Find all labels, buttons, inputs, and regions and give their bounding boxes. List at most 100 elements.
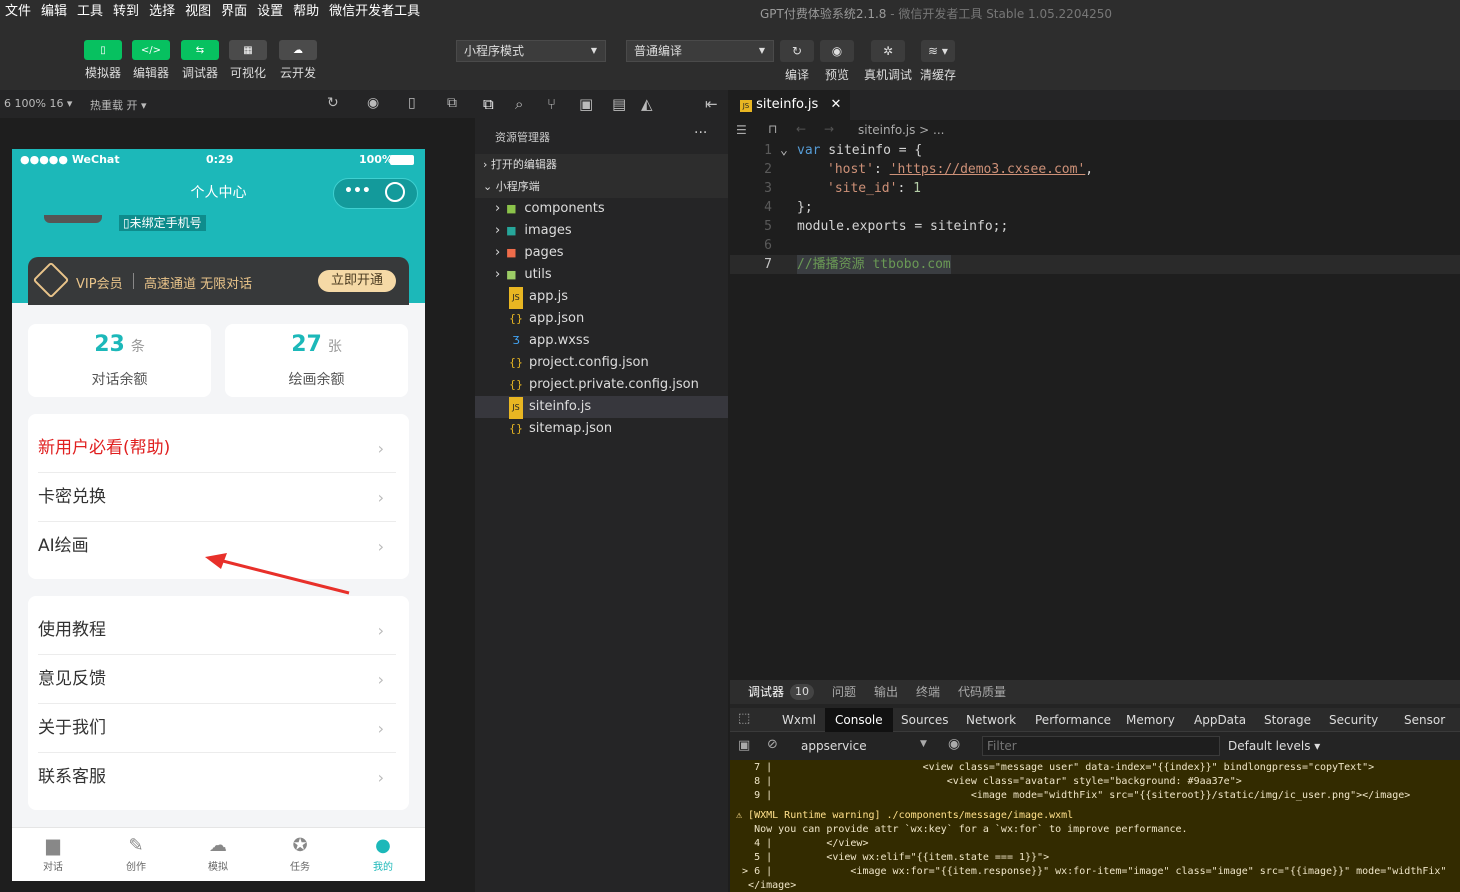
- capsule-menu[interactable]: •••: [333, 178, 418, 209]
- filter-input[interactable]: [982, 736, 1220, 756]
- tutorial-row[interactable]: 使用教程 ›: [38, 606, 396, 655]
- menu-view[interactable]: 视图: [180, 0, 216, 24]
- more-actions-icon[interactable]: ···: [694, 125, 707, 141]
- close-capsule-icon[interactable]: [385, 182, 405, 202]
- tab-security[interactable]: Security: [1329, 708, 1378, 732]
- breadcrumb[interactable]: siteinfo.js > ...: [858, 123, 945, 137]
- tab-performance[interactable]: Performance: [1035, 708, 1111, 732]
- remote-debug-button[interactable]: ✲ 真机调试: [864, 40, 912, 83]
- hot-reload-toggle[interactable]: 热重载 开 ▾: [90, 97, 147, 113]
- tree-item[interactable]: JS app.js: [475, 286, 728, 309]
- list-icon[interactable]: ☰: [736, 123, 747, 137]
- close-icon[interactable]: ✕: [830, 97, 841, 112]
- tab-network[interactable]: Network: [966, 708, 1016, 732]
- tab-mine[interactable]: ● 我的: [353, 834, 413, 873]
- compile-button[interactable]: ↻ 编译: [780, 40, 814, 83]
- code-url[interactable]: 'https://demo3.cxsee.com': [890, 162, 1086, 177]
- code-line[interactable]: 4};: [730, 198, 1460, 217]
- code-line[interactable]: 6: [730, 236, 1460, 255]
- draw-balance-card[interactable]: 27 张 绘画余额: [225, 324, 408, 397]
- menu-goto[interactable]: 转到: [108, 0, 144, 24]
- tree-item[interactable]: {} project.private.config.json: [475, 374, 728, 396]
- code-line[interactable]: 1 ⌄ var siteinfo = {: [730, 141, 1460, 160]
- eye-icon[interactable]: ◉: [948, 736, 960, 752]
- stop-icon[interactable]: ◉: [367, 95, 379, 111]
- compile-select[interactable]: 普通编译 ▼: [626, 40, 774, 62]
- tree-item[interactable]: Ʒapp.wxss: [475, 330, 728, 352]
- editor-tab[interactable]: JS siteinfo.js ✕: [730, 90, 850, 120]
- about-row[interactable]: 关于我们 ›: [38, 704, 396, 753]
- files-icon[interactable]: ⧉: [483, 95, 494, 113]
- chat-balance-card[interactable]: 23 条 对话余额: [28, 324, 211, 397]
- cloud-button[interactable]: ☁ 云开发: [279, 40, 317, 81]
- forward-arrow-icon[interactable]: →: [824, 122, 834, 136]
- fold-icon[interactable]: ⌄: [780, 141, 788, 160]
- menu-select[interactable]: 选择: [144, 0, 180, 24]
- tree-item[interactable]: › ■ pages: [475, 242, 728, 264]
- editor-button[interactable]: </> 编辑器: [132, 40, 170, 81]
- mode-select[interactable]: 小程序模式 ▼: [456, 40, 606, 62]
- clear-console-icon[interactable]: ⊘: [767, 737, 778, 752]
- tab-chat[interactable]: ▆ 对话: [23, 834, 83, 873]
- back-arrow-icon[interactable]: ←: [796, 122, 806, 136]
- menu-file[interactable]: 文件: [0, 0, 36, 24]
- project-section[interactable]: ⌄ 小程序端: [475, 176, 728, 198]
- rotate-icon[interactable]: ↻: [327, 95, 339, 111]
- simulator-button[interactable]: ▯ 模拟器: [84, 40, 122, 81]
- tab-sensor[interactable]: Sensor: [1404, 708, 1445, 732]
- tab-memory[interactable]: Memory: [1126, 708, 1175, 732]
- storage-icon[interactable]: ▤: [612, 95, 626, 113]
- zoom-select[interactable]: 6 100% 16 ▾: [4, 97, 72, 110]
- tree-item[interactable]: {} app.json: [475, 308, 728, 330]
- inspect-icon[interactable]: ⬚: [738, 711, 750, 726]
- code-line[interactable]: 3 'site_id': 1: [730, 179, 1460, 198]
- tab-simulate[interactable]: ☁ 模拟: [188, 834, 248, 873]
- collapse-panel-icon[interactable]: ⇤: [705, 95, 718, 113]
- feedback-row[interactable]: 意见反馈 ›: [38, 655, 396, 704]
- search-icon[interactable]: ⌕: [515, 95, 523, 113]
- sidebar-toggle-icon[interactable]: ▣: [738, 738, 750, 753]
- menu-settings[interactable]: 设置: [252, 0, 288, 24]
- code-line-active[interactable]: 7 //播播资源 ttbobo.com: [730, 255, 1460, 274]
- tab-wxml[interactable]: Wxml: [782, 708, 816, 732]
- tab-code-quality[interactable]: 代码质量: [958, 680, 1006, 704]
- tab-problems[interactable]: 问题: [832, 680, 856, 704]
- menu-help[interactable]: 帮助: [288, 0, 324, 24]
- preview-button[interactable]: ◉ 预览: [820, 40, 854, 83]
- context-select[interactable]: appservice: [801, 739, 867, 753]
- code-line[interactable]: 5 module.exports = siteinfo;;: [730, 217, 1460, 236]
- device-icon[interactable]: ▯: [408, 95, 416, 111]
- tab-create[interactable]: ✎ 创作: [106, 834, 166, 873]
- menu-edit[interactable]: 编辑: [36, 0, 72, 24]
- clear-cache-button[interactable]: ≋ ▾ 清缓存: [920, 40, 956, 83]
- tree-item[interactable]: › ■ utils: [475, 264, 728, 286]
- tree-item[interactable]: {} sitemap.json: [475, 418, 728, 440]
- tab-task[interactable]: ✪ 任务: [270, 834, 330, 873]
- tree-item-selected[interactable]: JS siteinfo.js: [475, 396, 728, 419]
- tree-item[interactable]: › ■ components: [475, 198, 728, 220]
- tab-appdata[interactable]: AppData: [1194, 708, 1246, 732]
- tab-console[interactable]: Console: [825, 708, 893, 732]
- git-icon[interactable]: ⑂: [547, 95, 556, 113]
- phone-bind-badge[interactable]: ▯未绑定手机号: [119, 215, 206, 231]
- visual-button[interactable]: ▦ 可视化: [229, 40, 267, 81]
- docker-icon[interactable]: ◭: [641, 95, 653, 113]
- chevron-down-icon[interactable]: ▼: [920, 739, 927, 749]
- levels-select[interactable]: Default levels ▾: [1228, 739, 1320, 753]
- tab-debugger[interactable]: 调试器: [748, 680, 784, 704]
- tab-storage[interactable]: Storage: [1264, 708, 1311, 732]
- tab-output[interactable]: 输出: [874, 680, 898, 704]
- tree-item[interactable]: {} project.config.json: [475, 352, 728, 374]
- extensions-icon[interactable]: ▣: [579, 95, 593, 113]
- window-icon[interactable]: ⧉: [447, 95, 457, 111]
- tree-item[interactable]: › ■ images: [475, 220, 728, 242]
- tab-terminal[interactable]: 终端: [916, 680, 940, 704]
- more-icon[interactable]: •••: [344, 183, 371, 199]
- support-row[interactable]: 联系客服 ›: [38, 753, 396, 802]
- redeem-row[interactable]: 卡密兑换 ›: [38, 473, 396, 522]
- code-line[interactable]: 2 'host': 'https://demo3.cxsee.com',: [730, 160, 1460, 179]
- help-row[interactable]: 新用户必看(帮助) ›: [38, 424, 396, 473]
- vip-open-button[interactable]: 立即开通: [318, 270, 396, 292]
- bookmark-icon[interactable]: ⊓: [768, 122, 777, 136]
- debugger-button[interactable]: ⇆ 调试器: [181, 40, 219, 81]
